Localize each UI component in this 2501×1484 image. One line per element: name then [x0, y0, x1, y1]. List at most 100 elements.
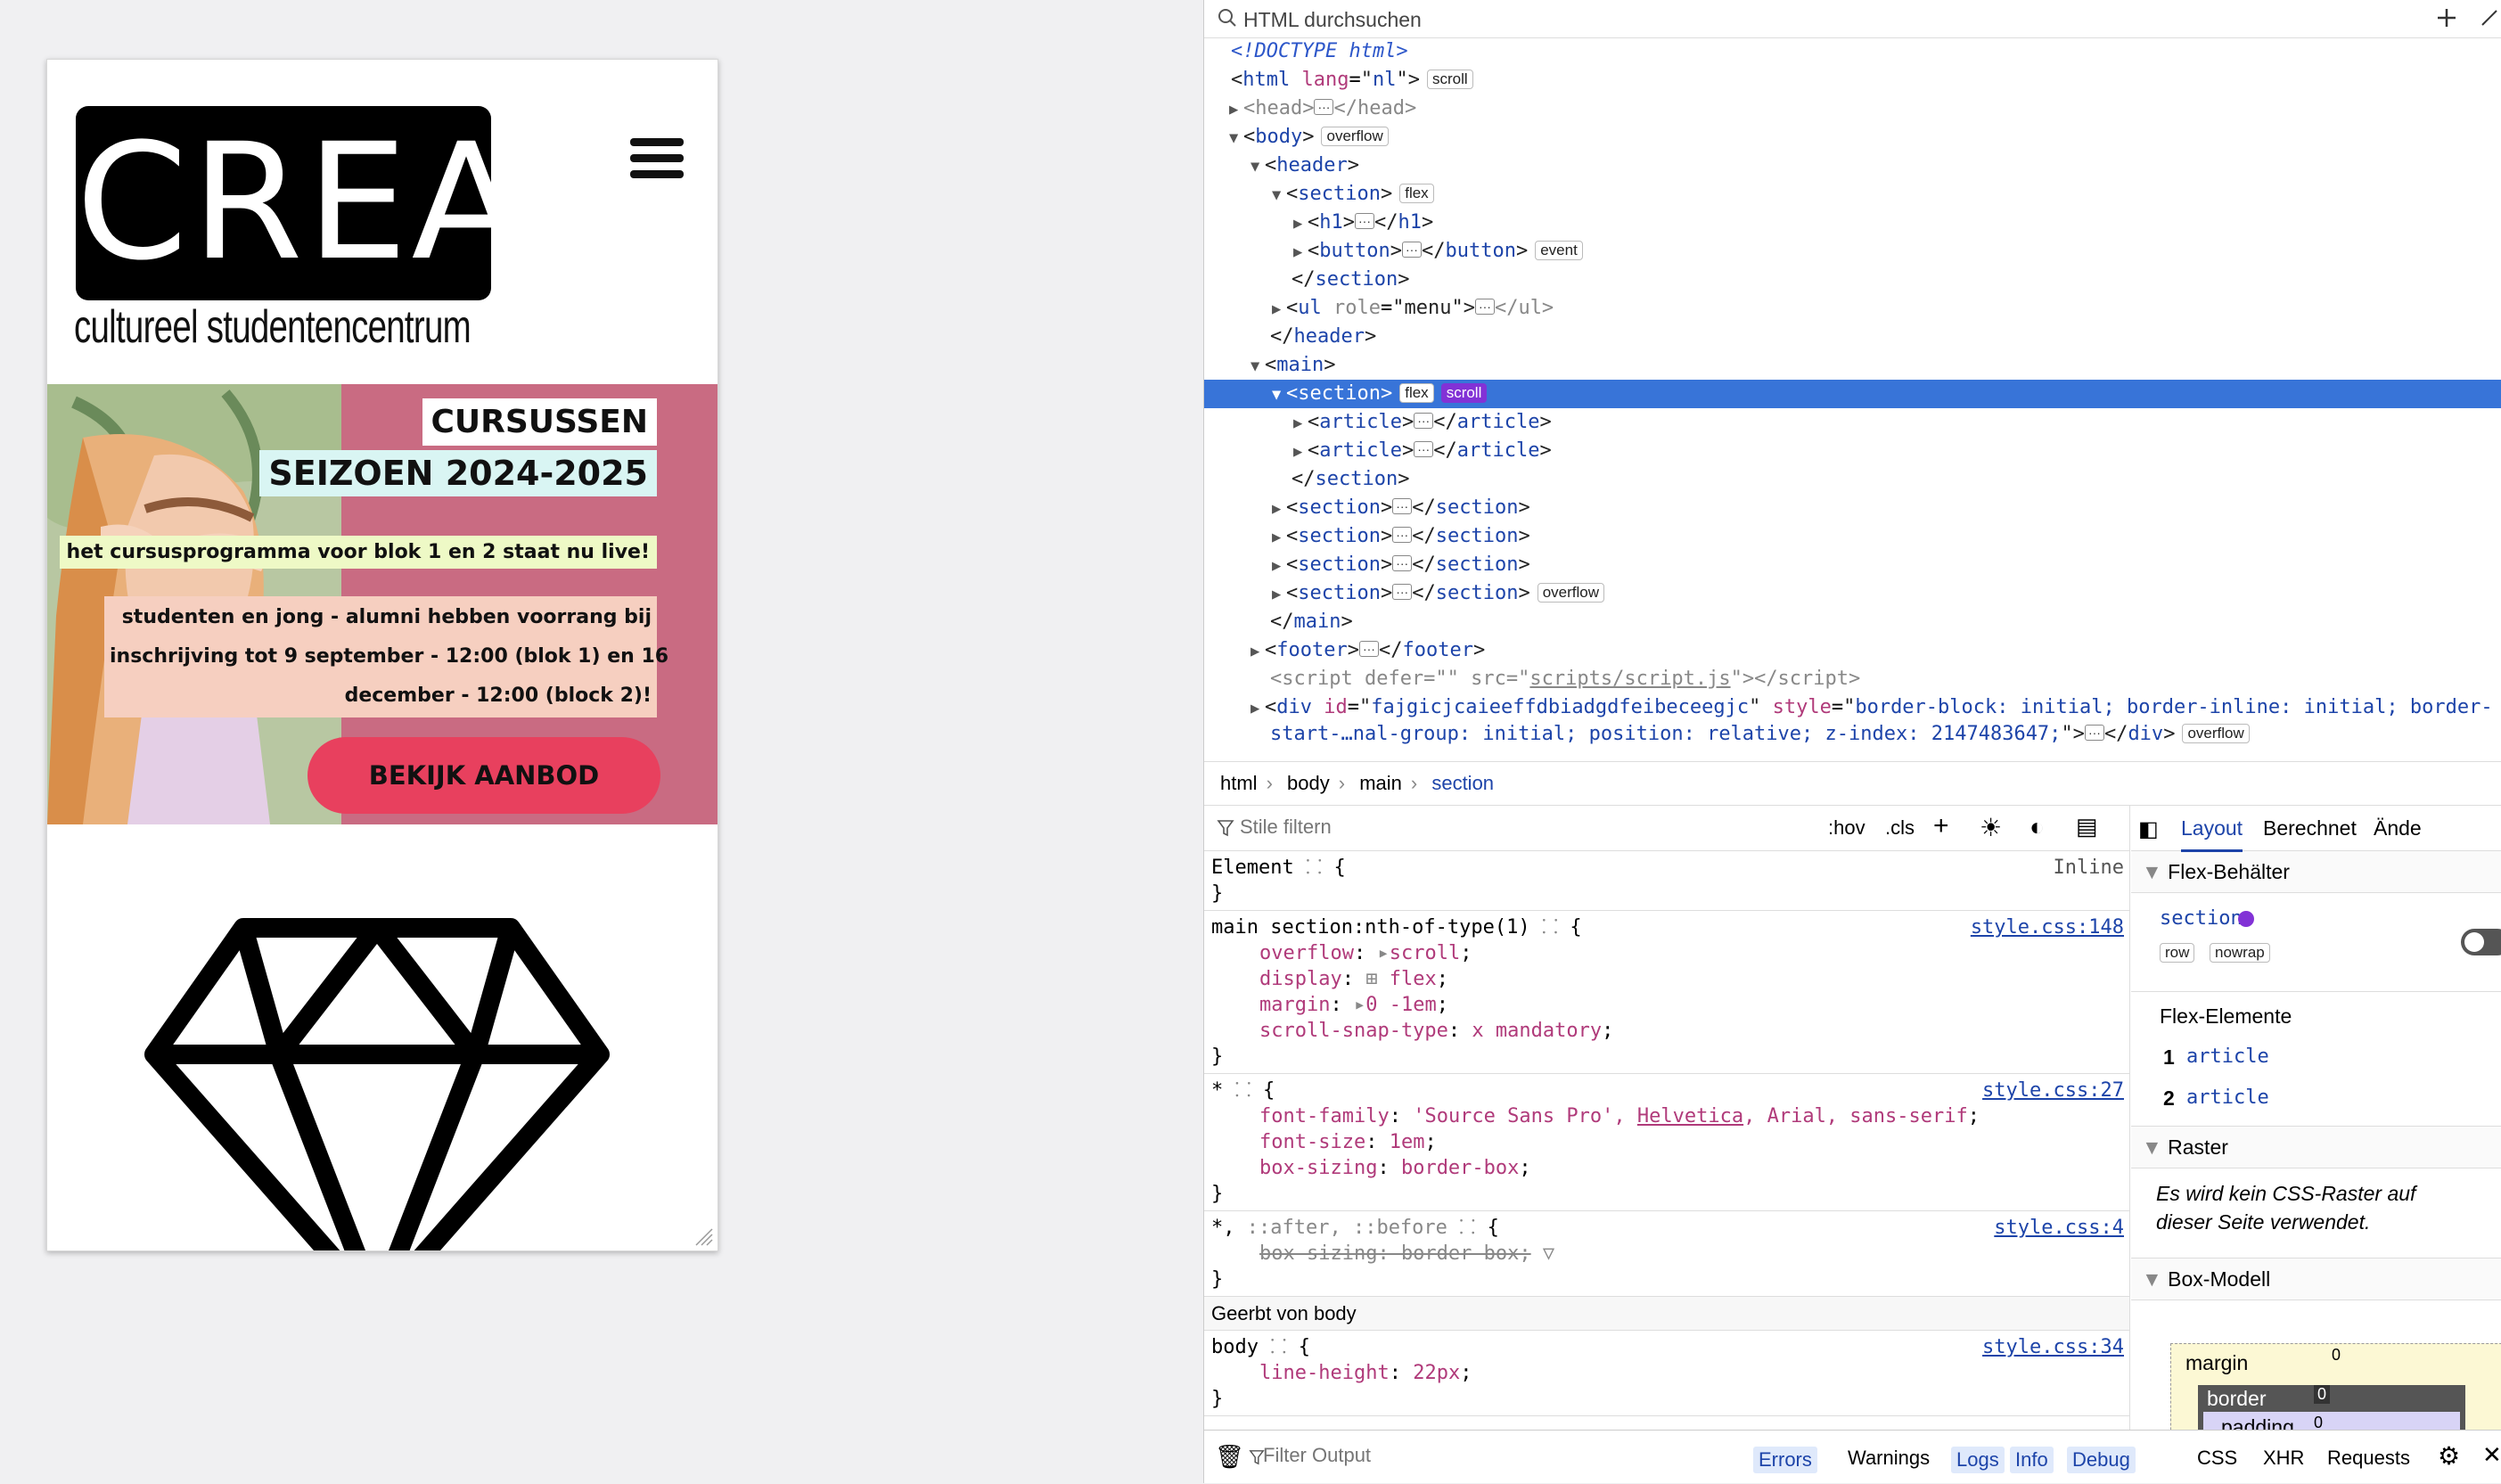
banner-info: studenten en jong - alumni hebben voorra…: [104, 596, 669, 717]
tree-row[interactable]: ▶ <section> ··· </section>: [1204, 551, 2501, 579]
tree-row[interactable]: ▶ <button> ··· </button> event: [1204, 237, 2501, 266]
flex-item-link[interactable]: article: [2186, 1045, 2269, 1068]
menu-icon[interactable]: [630, 138, 684, 179]
tree-row[interactable]: <html lang="nl"> scroll: [1204, 66, 2501, 94]
tree-row[interactable]: ▶ <article> ··· </article>: [1204, 408, 2501, 437]
tree-row[interactable]: ▼ <section> flex: [1204, 180, 2501, 209]
dark-mode-icon[interactable]: ◐: [2030, 813, 2045, 841]
tree-row[interactable]: ▶ <h1> ··· </h1>: [1204, 209, 2501, 237]
hov-toggle[interactable]: :hov: [1828, 816, 1866, 840]
inherited-header: Geerbt von body: [1204, 1297, 2129, 1331]
banner-info-line: inschrijving tot 9 september - 12:00 (bl…: [110, 645, 669, 668]
responsive-viewport: CREA cultureel studentencentrum CURSUSSE…: [46, 59, 718, 1251]
box-margin-value[interactable]: 0: [2332, 1346, 2341, 1365]
trash-icon[interactable]: 🗑: [1215, 1443, 1244, 1471]
pick-element-icon[interactable]: [2479, 7, 2500, 29]
tree-row[interactable]: start-…nal-group: initial; position: rel…: [1204, 720, 2501, 749]
xhr-filter-button[interactable]: XHR: [2263, 1447, 2304, 1470]
banner-info-line: studenten en jong - alumni hebben voorra…: [121, 606, 652, 628]
css-rule-element[interactable]: Element ⸬ {Inline}: [1204, 851, 2129, 911]
tree-row[interactable]: </header>: [1204, 323, 2501, 351]
light-mode-icon[interactable]: ☀: [1980, 813, 2002, 842]
add-rule-icon[interactable]: +: [1933, 811, 1949, 841]
tree-row[interactable]: ▼ <body> overflow: [1204, 123, 2501, 152]
search-icon: [1218, 9, 1236, 27]
banner-info-line: december - 12:00 (block 2)!: [344, 685, 652, 707]
tab-layout[interactable]: Layout: [2181, 816, 2243, 852]
flex-color-swatch[interactable]: [2238, 911, 2254, 927]
flex-container-name[interactable]: section: [2160, 907, 2243, 930]
tree-row[interactable]: </section>: [1204, 266, 2501, 294]
grid-header[interactable]: ▼ Raster: [2131, 1127, 2501, 1168]
tree-row[interactable]: </section>: [1204, 465, 2501, 494]
breadcrumb-item[interactable]: section: [1431, 772, 1494, 794]
errors-filter-button[interactable]: Errors: [1753, 1447, 1817, 1473]
css-rule-universal[interactable]: * ⸬ {style.css:27 font-family: 'Source S…: [1204, 1074, 2129, 1211]
tree-row[interactable]: ▶ <head> ··· </head>: [1204, 94, 2501, 123]
requests-filter-button[interactable]: Requests: [2327, 1447, 2410, 1470]
flex-items-title: Flex-Elemente: [2160, 1004, 2292, 1028]
tree-row[interactable]: ▶ <div id="fajgicjcaieeffdbiadgdfeibeceeg…: [1204, 693, 2501, 722]
box-model-header[interactable]: ▼ Box-Modell: [2131, 1259, 2501, 1300]
styles-filter-input[interactable]: [1238, 815, 1776, 840]
tree-row-selected[interactable]: ▼ <section> flex scroll: [1204, 380, 2501, 408]
logo-text: CREA: [76, 110, 491, 296]
tree-row[interactable]: ▶ <article> ··· </article>: [1204, 437, 2501, 465]
rules-panel: :hov .cls + ☀ ◐ ▤ Element ⸬ {Inline} mai…: [1204, 806, 2130, 1430]
markup-tree: <!DOCTYPE html> <html lang="nl"> scroll ▶…: [1204, 37, 2501, 761]
tree-row[interactable]: <!DOCTYPE html>: [1204, 37, 2501, 66]
devtools-panel: <!DOCTYPE html> <html lang="nl">scroll ▶…: [1203, 0, 2501, 1483]
box-padding-value[interactable]: 0: [2314, 1414, 2323, 1430]
print-media-icon[interactable]: ▤: [2076, 813, 2098, 840]
logs-filter-button[interactable]: Logs: [1951, 1447, 2005, 1473]
tree-row[interactable]: ▶ <section> ··· </section>: [1204, 494, 2501, 522]
html-search-bar: [1204, 0, 2501, 38]
warnings-filter-button[interactable]: Warnings: [1848, 1447, 1930, 1470]
tree-row[interactable]: ▶ <footer> ··· </footer>: [1204, 636, 2501, 665]
box-model-diagram: margin 0 border 0 padding 0: [2131, 1300, 2501, 1430]
flex-item-link[interactable]: article: [2186, 1086, 2269, 1109]
breadcrumb-item[interactable]: html: [1220, 772, 1258, 794]
box-padding-label: padding: [2221, 1415, 2294, 1430]
flex-item-number: 2: [2163, 1086, 2175, 1110]
debug-filter-button[interactable]: Debug: [2067, 1447, 2136, 1473]
site-logo[interactable]: CREA: [76, 106, 491, 300]
console-filter-input[interactable]: [1261, 1443, 1514, 1468]
flex-wrap-badge: nowrap: [2210, 943, 2270, 963]
tree-row[interactable]: </main>: [1204, 608, 2501, 636]
info-filter-button[interactable]: Info: [2010, 1447, 2054, 1473]
sidebar-toggle-icon[interactable]: ◧: [2138, 816, 2159, 842]
gear-icon[interactable]: ⚙: [2438, 1441, 2460, 1471]
banner-title: CURSUSSEN: [422, 398, 657, 446]
flex-direction-badge: row: [2160, 943, 2195, 963]
tree-row[interactable]: <script defer="" src="scripts/script.js"…: [1204, 665, 2501, 693]
layout-sidebar: ◧ Layout Berechnet Ände ▼ Flex-Behälter …: [2131, 806, 2501, 1430]
bekijk-aanbod-button[interactable]: BEKIJK AANBOD: [308, 737, 660, 814]
tree-row[interactable]: ▶ <ul role="menu"> ··· </ul>: [1204, 294, 2501, 323]
breadcrumb-item[interactable]: body: [1287, 772, 1330, 794]
close-icon[interactable]: ✕: [2482, 1441, 2501, 1469]
html-search-input[interactable]: [1242, 5, 2315, 34]
flex-overlay-toggle[interactable]: [2461, 929, 2501, 955]
tree-row[interactable]: ▶ <section> ··· </section>: [1204, 522, 2501, 551]
box-margin-label: margin: [2185, 1351, 2249, 1374]
css-rule-pseudo[interactable]: *, ::after, ::before ⸬ {style.css:4 box-…: [1204, 1211, 2129, 1297]
add-node-icon[interactable]: [2434, 5, 2459, 30]
tree-row[interactable]: ▼ <main>: [1204, 351, 2501, 380]
css-filter-button[interactable]: CSS: [2197, 1447, 2237, 1470]
breadcrumb-item[interactable]: main: [1359, 772, 1402, 794]
rules-toolbar: :hov .cls + ☀ ◐ ▤: [1204, 806, 2129, 851]
box-border-value[interactable]: 0: [2314, 1385, 2331, 1404]
css-rule-main-section[interactable]: main section:nth-of-type(1) ⸬ {style.css…: [1204, 911, 2129, 1074]
css-rule-body[interactable]: body ⸬ {style.css:34 line-height: 22px;}: [1204, 1331, 2129, 1416]
tree-row[interactable]: ▶ <section> ··· </section> overflow: [1204, 579, 2501, 608]
box-border-label: border: [2207, 1387, 2267, 1410]
hero-banner: CURSUSSEN SEIZOEN 2024-2025 het cursuspr…: [47, 384, 718, 824]
breadcrumb: html › body › main › section: [1204, 761, 2501, 806]
tree-row[interactable]: ▼ <header>: [1204, 152, 2501, 180]
flex-container-header[interactable]: ▼ Flex-Behälter: [2131, 851, 2501, 893]
tab-computed[interactable]: Berechnet: [2263, 816, 2357, 840]
resize-handle-icon[interactable]: [694, 1227, 714, 1247]
cls-toggle[interactable]: .cls: [1885, 816, 1915, 840]
tab-changes[interactable]: Ände: [2374, 816, 2422, 840]
